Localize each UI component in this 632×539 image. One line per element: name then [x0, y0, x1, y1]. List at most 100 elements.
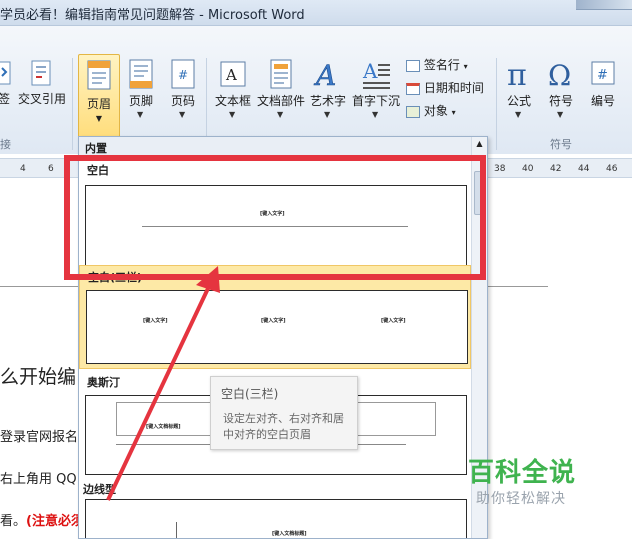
placeholder-text: [键入文档标题]	[272, 531, 307, 537]
header-label: 页眉	[86, 97, 111, 111]
cross-reference-label: 交叉引用	[17, 92, 66, 106]
quick-parts-button[interactable]: 文档部件 ▼	[256, 58, 306, 119]
symbols-group-label: 符号	[550, 138, 572, 151]
group-separator	[72, 58, 73, 150]
watermark: 百科全说 助你轻松解决	[448, 448, 632, 518]
page-number-button[interactable]: # 页码 ▼	[164, 58, 202, 119]
gallery-tooltip: 空白(三栏) 设定左对齐、右对齐和居中对齐的空白页眉	[210, 376, 358, 450]
dropcap-icon: A	[362, 59, 390, 89]
scroll-up-icon[interactable]: ▲	[474, 139, 485, 151]
dropcap-button[interactable]: A 首字下沉 ▼	[350, 58, 402, 119]
header-icon	[87, 60, 111, 90]
signature-line-button[interactable]: 签名行 ▾	[406, 56, 468, 73]
doc-text-fragment: 右上角用 QQ	[0, 472, 77, 487]
quick-parts-icon	[270, 59, 292, 89]
gallery-item-title: 奥斯汀	[87, 376, 120, 389]
object-dropdown-arrow: ▾	[451, 108, 456, 117]
bookmark-button[interactable]: 签	[0, 58, 14, 107]
svg-text:π: π	[507, 58, 527, 92]
title-bar: 学员必看！编辑指南常见问题解答 - Microsoft Word	[0, 0, 632, 26]
dropcap-label: 首字下沉	[351, 94, 400, 108]
placeholder-text: [键入文字]	[381, 318, 406, 324]
object-button[interactable]: 对象 ▾	[406, 102, 456, 119]
builtin-section-label: 内置	[85, 142, 107, 155]
bookmark-label: 签	[0, 92, 10, 106]
page-number-label: 页码	[170, 94, 195, 108]
insert-ribbon: 签 交叉引用 接 页眉 ▼ 页脚 ▼ # 页码 ▼ A 文本框 ▼ 文档部件 ▼…	[0, 26, 632, 158]
equation-button[interactable]: π 公式 ▼	[500, 58, 538, 119]
quick-parts-dropdown-arrow: ▼	[277, 110, 284, 119]
textbox-button[interactable]: A 文本框 ▼	[212, 58, 254, 119]
signature-line-dropdown-arrow: ▾	[463, 62, 468, 71]
quick-parts-label: 文档部件	[256, 94, 305, 108]
signature-line-label: 签名行	[423, 58, 460, 72]
svg-text:A: A	[362, 59, 378, 83]
tooltip-description: 设定左对齐、右对齐和居中对齐的空白页眉	[223, 412, 344, 441]
wordart-button[interactable]: A 艺术字 ▼	[306, 58, 350, 119]
header-boundary-line	[488, 286, 548, 287]
footer-icon	[129, 59, 153, 89]
preview-rule	[176, 522, 177, 538]
tooltip-title: 空白(三栏)	[221, 387, 279, 401]
wordart-dropdown-arrow: ▼	[324, 110, 331, 119]
footer-dropdown-arrow: ▼	[137, 110, 144, 119]
symbol-dropdown-arrow: ▼	[557, 110, 564, 119]
gallery-item-blank-three-column[interactable]: 空白(三栏) [键入文字] [键入文字] [键入文字]	[79, 265, 471, 369]
doc-text-fragment: 看。(注意必须	[0, 510, 84, 529]
ruler-tick: 40	[522, 164, 534, 174]
group-separator	[496, 58, 497, 150]
ruler-tick: 46	[606, 164, 618, 174]
footer-label: 页脚	[128, 94, 153, 108]
svg-text:#: #	[597, 68, 608, 83]
doc-text-black: 看。	[0, 514, 27, 529]
ruler-tick: 6	[48, 164, 54, 174]
number-label: 编号	[590, 94, 615, 108]
ruler-tick: 38	[494, 164, 506, 174]
placeholder-text: [键入文字]	[261, 318, 286, 324]
placeholder-text: [键入文档标题]	[146, 424, 181, 430]
wordart-label: 艺术字	[309, 94, 346, 108]
gallery-section-header: 内置	[79, 137, 487, 157]
header-preview: [键入文档标题]	[85, 499, 467, 538]
highlight-box	[64, 155, 486, 280]
number-button[interactable]: # 编号	[584, 58, 622, 109]
links-group-label: 接	[0, 138, 11, 151]
textbox-icon: A	[220, 61, 246, 87]
svg-text:A: A	[225, 66, 237, 84]
equation-label: 公式	[506, 94, 531, 108]
placeholder-text: [键入文字]	[143, 318, 168, 324]
svg-text:A: A	[313, 59, 336, 92]
omega-icon: Ω	[548, 59, 571, 92]
header-preview: [键入文字] [键入文字] [键入文字]	[86, 290, 468, 364]
doc-heading-fragment: 么开始编	[0, 366, 77, 388]
watermark-slogan: 助你轻松解决	[476, 491, 566, 507]
window-title: 学员必看！编辑指南常见问题解答 - Microsoft Word	[0, 8, 305, 23]
page-number-icon: #	[171, 59, 195, 89]
doc-text-red: (注意必须	[26, 514, 84, 529]
header-dropdown-arrow: ▼	[95, 114, 103, 123]
bookmark-icon	[0, 61, 11, 85]
doc-text-fragment: 登录官网报名	[0, 430, 79, 445]
date-time-label: 日期和时间	[423, 81, 484, 95]
pi-icon: π	[507, 58, 527, 92]
window-controls[interactable]	[576, 0, 632, 10]
page-number-dropdown-arrow: ▼	[179, 110, 186, 119]
number-icon: #	[591, 61, 615, 85]
date-time-button[interactable]: 日期和时间	[406, 79, 484, 96]
calendar-icon	[406, 82, 420, 95]
ruler-tick: 42	[550, 164, 562, 174]
wordart-icon: A	[313, 59, 337, 92]
gallery-item-sideline[interactable]: 边线型 [键入文档标题]	[79, 479, 469, 538]
cross-reference-button[interactable]: 交叉引用	[16, 58, 68, 107]
cross-reference-icon	[31, 60, 51, 86]
symbol-button[interactable]: Ω 符号 ▼	[542, 58, 580, 119]
footer-button[interactable]: 页脚 ▼	[122, 58, 160, 119]
object-label: 对象	[423, 104, 448, 118]
object-icon	[406, 105, 420, 118]
svg-text:Ω: Ω	[548, 59, 571, 92]
ruler-tick: 44	[578, 164, 590, 174]
svg-text:#: #	[178, 68, 188, 82]
symbol-label: 符号	[548, 94, 573, 108]
watermark-brand: 百科全说	[468, 458, 577, 488]
textbox-label: 文本框	[214, 94, 251, 108]
